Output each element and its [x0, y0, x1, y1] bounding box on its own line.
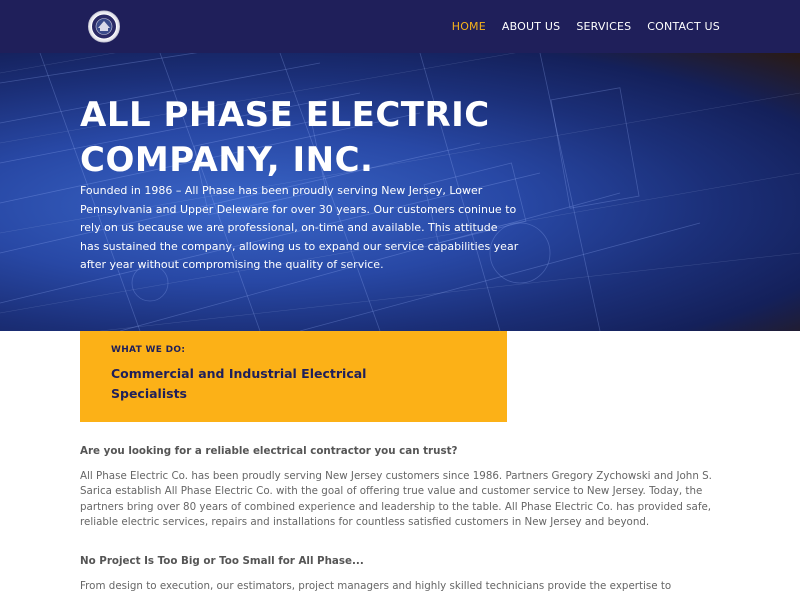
what-we-do-title: Commercial and Industrial Electrical Spe…: [111, 366, 367, 401]
project-heading: No Project Is Too Big or Too Small for A…: [80, 555, 364, 567]
main-nav: HOME ABOUT US SERVICES CONTACT US: [436, 0, 720, 53]
company-seal-logo[interactable]: [83, 10, 125, 43]
hero-title: ALL PHASE ELECTRIC COMPANY, INC.: [80, 95, 490, 180]
site-header: HOME ABOUT US SERVICES CONTACT US: [0, 0, 800, 53]
project-paragraph: From design to execution, our estimators…: [80, 580, 672, 592]
hero-section: ALL PHASE ELECTRIC COMPANY, INC. Founded…: [0, 53, 800, 331]
nav-services[interactable]: SERVICES: [576, 20, 631, 33]
intro-paragraph: All Phase Electric Co. has been proudly …: [80, 470, 712, 528]
what-we-do-label: WHAT WE DO:: [111, 345, 186, 355]
what-we-do-box: WHAT WE DO: Commercial and Industrial El…: [80, 331, 507, 422]
nav-contact-us[interactable]: CONTACT US: [647, 20, 720, 33]
nav-about-us[interactable]: ABOUT US: [502, 20, 560, 33]
intro-question: Are you looking for a reliable electrica…: [80, 445, 458, 457]
hero-description: Founded in 1986 – All Phase has been pro…: [80, 184, 519, 272]
nav-home[interactable]: HOME: [452, 20, 486, 33]
